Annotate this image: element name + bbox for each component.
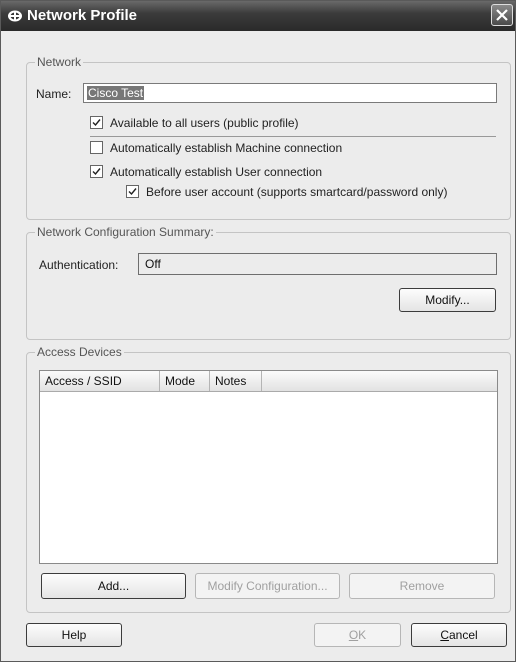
machine-connection-label: Automatically establish Machine connecti… [110, 141, 343, 155]
add-button-label: Add... [97, 579, 130, 593]
network-legend: Network [37, 55, 82, 69]
checkmark-icon [92, 168, 101, 176]
title-bar[interactable]: Network Profile [1, 1, 515, 31]
name-field-value: Cisco Test [87, 86, 145, 100]
add-button[interactable]: Add... [41, 573, 186, 599]
list-header: Access / SSID Mode Notes [40, 371, 497, 392]
remove-button-label: Remove [399, 579, 445, 593]
help-button-label: Help [61, 628, 87, 642]
cancel-button[interactable]: Cancel [411, 623, 507, 647]
remove-button[interactable]: Remove [349, 573, 495, 599]
modify-button-label: Modify... [425, 293, 470, 307]
configuration-summary-group: Network Configuration Summary: [26, 225, 511, 340]
modify-configuration-button[interactable]: Modify Configuration... [195, 573, 340, 599]
configuration-summary-legend: Network Configuration Summary: [37, 225, 214, 239]
name-field[interactable]: Cisco Test [83, 83, 497, 103]
public-profile-label: Available to all users (public profile) [110, 116, 299, 130]
checkbox-box[interactable] [126, 185, 139, 198]
network-icon [7, 9, 23, 23]
modify-configuration-label: Modify Configuration... [207, 579, 328, 593]
before-user-account-label: Before user account (supports smartcard/… [146, 185, 448, 199]
access-devices-list[interactable]: Access / SSID Mode Notes [39, 370, 498, 564]
column-header-notes[interactable]: Notes [210, 371, 262, 391]
authentication-value: Off [138, 253, 497, 275]
access-devices-legend: Access Devices [37, 345, 122, 359]
checkbox-box[interactable] [90, 165, 103, 178]
help-button[interactable]: Help [26, 623, 122, 647]
network-profile-dialog: Network Profile Network Name: Cisco Test… [0, 0, 516, 662]
cancel-button-mnemonic: C [440, 628, 449, 642]
ok-button[interactable]: OK [314, 623, 401, 647]
checkmark-icon [128, 188, 137, 196]
checkbox-box[interactable] [90, 141, 103, 154]
name-label: Name: [36, 87, 72, 101]
column-header-access-ssid[interactable]: Access / SSID [40, 371, 160, 391]
window-title: Network Profile [27, 7, 138, 24]
ok-button-label: K [358, 628, 367, 642]
close-button[interactable] [491, 4, 513, 26]
authentication-label: Authentication: [39, 258, 119, 272]
column-header-mode[interactable]: Mode [160, 371, 210, 391]
close-icon [496, 9, 508, 21]
modify-button[interactable]: Modify... [399, 288, 496, 312]
checkmark-icon [92, 119, 101, 127]
cancel-button-label: ancel [448, 628, 478, 642]
divider [90, 136, 496, 137]
user-connection-label: Automatically establish User connection [110, 165, 323, 179]
ok-button-mnemonic: O [348, 628, 359, 642]
checkbox-box[interactable] [90, 116, 103, 129]
